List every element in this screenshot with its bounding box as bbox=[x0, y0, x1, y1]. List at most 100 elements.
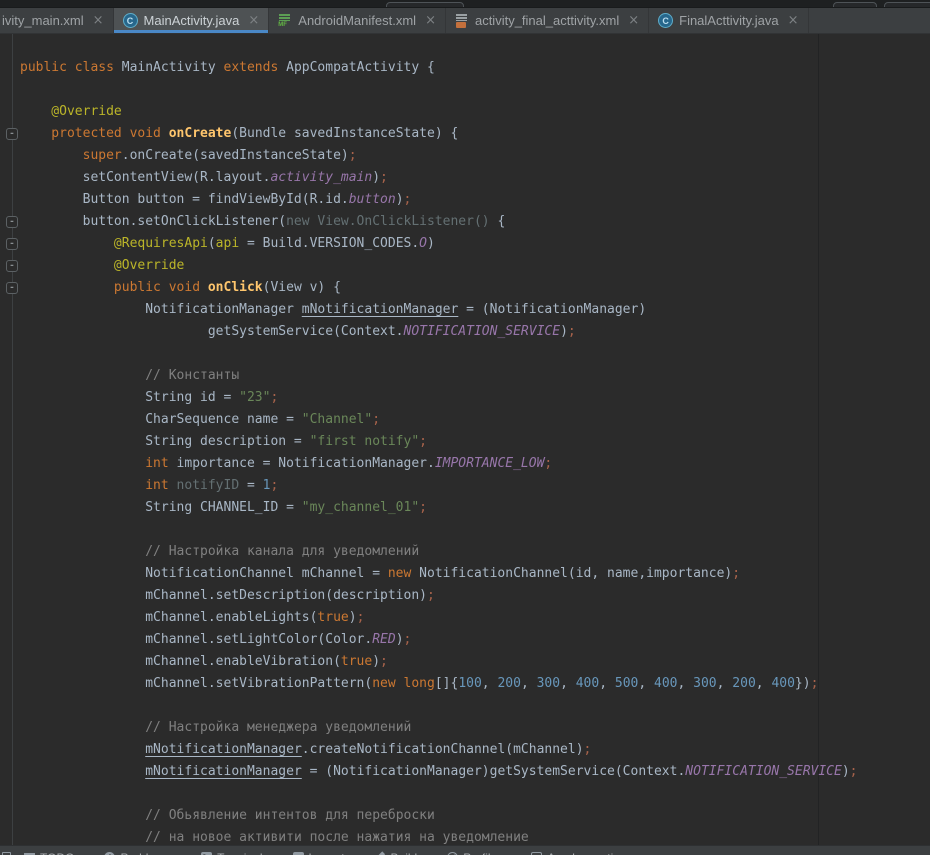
code-token: 200 bbox=[497, 676, 520, 691]
code-token: api bbox=[216, 236, 239, 251]
code-line[interactable]: Button button = findViewById(R.id.button… bbox=[20, 189, 930, 211]
code-line[interactable]: String id = "23"; bbox=[20, 387, 930, 409]
fold-marker-icon[interactable]: - bbox=[6, 282, 18, 294]
java-class-icon bbox=[658, 13, 673, 28]
code-token bbox=[20, 456, 145, 471]
fold-marker-icon[interactable]: - bbox=[6, 216, 18, 228]
code-line[interactable]: button.setOnClickListener(new View.OnCli… bbox=[20, 211, 930, 233]
code-line[interactable]: getSystemService(Context.NOTIFICATION_SE… bbox=[20, 321, 930, 343]
fold-marker-icon[interactable]: - bbox=[6, 260, 18, 272]
code-line[interactable] bbox=[20, 79, 930, 101]
code-line[interactable]: public class MainActivity extends AppCom… bbox=[20, 57, 930, 79]
tab-activity-final-acttivity-xml[interactable]: activity_final_acttivity.xml× bbox=[446, 8, 649, 33]
code-token: ; bbox=[850, 764, 858, 779]
code-token: "my_channel_01" bbox=[302, 500, 419, 515]
code-token: 100 bbox=[458, 676, 481, 691]
tab-mainactivity-java[interactable]: MainActivity.java× bbox=[114, 8, 270, 33]
code-line[interactable]: mChannel.setDescription(description); bbox=[20, 585, 930, 607]
code-line[interactable]: setContentView(R.layout.activity_main); bbox=[20, 167, 930, 189]
tab-androidmanifest-xml[interactable]: AndroidManifest.xml× bbox=[269, 8, 446, 33]
close-icon[interactable]: × bbox=[788, 14, 799, 27]
code-token: ; bbox=[357, 610, 365, 625]
code-line[interactable] bbox=[20, 695, 930, 717]
toolwindow-button-label: Problems bbox=[120, 851, 171, 855]
tab-finalacttivity-java[interactable]: FinalActtivity.java× bbox=[649, 8, 808, 33]
code-line[interactable] bbox=[20, 343, 930, 365]
code-line[interactable]: mChannel.setLightColor(Color.RED); bbox=[20, 629, 930, 651]
code-token: , bbox=[678, 676, 694, 691]
code-line[interactable]: CharSequence name = "Channel"; bbox=[20, 409, 930, 431]
code-token: true bbox=[317, 610, 348, 625]
code-line[interactable]: String description = "first notify"; bbox=[20, 431, 930, 453]
toolwindow-button-profiler[interactable]: Profiler bbox=[447, 851, 501, 855]
tab-label: ivity_main.xml bbox=[2, 13, 84, 28]
code-line[interactable]: int importance = NotificationManager.IMP… bbox=[20, 453, 930, 475]
code-token: = Build.VERSION_CODES. bbox=[239, 236, 419, 251]
main-toolbar-strip bbox=[0, 0, 930, 8]
close-icon[interactable]: × bbox=[628, 14, 639, 27]
code-line[interactable]: // на новое активити после нажатия на ув… bbox=[20, 827, 930, 845]
code-line[interactable]: protected void onCreate(Bundle savedInst… bbox=[20, 123, 930, 145]
close-icon[interactable]: × bbox=[425, 14, 436, 27]
code-token: NotificationManager bbox=[20, 302, 302, 317]
code-line[interactable]: int notifyID = 1; bbox=[20, 475, 930, 497]
tab-ivity-main-xml[interactable]: ivity_main.xml × bbox=[0, 8, 114, 33]
code-token: ; bbox=[568, 324, 576, 339]
code-line[interactable]: mChannel.setVibrationPattern(new long[]{… bbox=[20, 673, 930, 695]
code-token: 200 bbox=[732, 676, 755, 691]
code-line[interactable]: // Настройка менеджера уведомлений bbox=[20, 717, 930, 739]
code-token: int bbox=[145, 478, 168, 493]
code-line[interactable]: mChannel.enableLights(true); bbox=[20, 607, 930, 629]
toolwindow-button-todo[interactable]: TODO bbox=[24, 851, 74, 855]
code-token: NOTIFICATION_SERVICE bbox=[685, 764, 842, 779]
code-token: ; bbox=[404, 192, 412, 207]
run-actions-widget[interactable] bbox=[884, 2, 930, 8]
code-token: ( bbox=[208, 236, 216, 251]
code-line[interactable]: @Override bbox=[20, 101, 930, 123]
code-line[interactable]: mNotificationManager.createNotificationC… bbox=[20, 739, 930, 761]
code-token: ) bbox=[396, 192, 404, 207]
code-line[interactable]: mNotificationManager = (NotificationMana… bbox=[20, 761, 930, 783]
code-line[interactable]: // Настройка канала для уведомлений bbox=[20, 541, 930, 563]
toolwindow-button-problems[interactable]: Problems bbox=[104, 851, 171, 855]
code-token: ; bbox=[349, 148, 357, 163]
code-content[interactable]: public class MainActivity extends AppCom… bbox=[0, 34, 930, 845]
java-class-icon bbox=[123, 13, 138, 28]
code-token: 400 bbox=[654, 676, 677, 691]
code-line[interactable] bbox=[20, 783, 930, 805]
code-line[interactable] bbox=[20, 519, 930, 541]
code-token: IMPORTANCE_LOW bbox=[435, 456, 545, 471]
code-token: ; bbox=[380, 170, 388, 185]
code-line[interactable]: // Обьявление интентов для переброски bbox=[20, 805, 930, 827]
code-line[interactable]: NotificationManager mNotificationManager… bbox=[20, 299, 930, 321]
code-token: protected void bbox=[20, 126, 169, 141]
toolwindow-button-build[interactable]: Build bbox=[375, 851, 418, 855]
code-token: Button button = findViewById(R.id. bbox=[20, 192, 349, 207]
code-token: O bbox=[419, 236, 427, 251]
code-token: mChannel.setDescription(description) bbox=[20, 588, 427, 603]
device-selector-widget[interactable] bbox=[833, 2, 877, 8]
toolwindow-button-terminal[interactable]: Terminal bbox=[201, 851, 262, 855]
code-token: mChannel.enableVibration( bbox=[20, 654, 341, 669]
fold-marker-icon[interactable]: - bbox=[6, 128, 18, 140]
code-line[interactable]: NotificationChannel mChannel = new Notif… bbox=[20, 563, 930, 585]
toolwindow-button-logcat[interactable]: Logcat bbox=[293, 851, 345, 855]
code-token: ; bbox=[732, 566, 740, 581]
code-editor[interactable]: - - - - - public class MainActivity extends … bbox=[0, 34, 930, 845]
code-token: RED bbox=[372, 632, 395, 647]
fold-marker-icon[interactable]: - bbox=[6, 238, 18, 250]
close-icon[interactable]: × bbox=[93, 14, 104, 27]
close-icon[interactable]: × bbox=[248, 14, 259, 27]
code-line[interactable]: @Override bbox=[20, 255, 930, 277]
code-line[interactable]: public void onClick(View v) { bbox=[20, 277, 930, 299]
xml-layout-icon bbox=[455, 14, 469, 28]
code-token: mChannel.setVibrationPattern( bbox=[20, 676, 372, 691]
code-line[interactable]: // Константы bbox=[20, 365, 930, 387]
code-line[interactable]: String CHANNEL_ID = "my_channel_01"; bbox=[20, 497, 930, 519]
code-line[interactable]: super.onCreate(savedInstanceState); bbox=[20, 145, 930, 167]
code-token: ; bbox=[270, 390, 278, 405]
code-token: importance = NotificationManager. bbox=[169, 456, 435, 471]
code-line[interactable]: @RequiresApi(api = Build.VERSION_CODES.O… bbox=[20, 233, 930, 255]
code-line[interactable]: mChannel.enableVibration(true); bbox=[20, 651, 930, 673]
toolwindow-button-app-inspection[interactable]: App Inspection bbox=[531, 851, 626, 855]
